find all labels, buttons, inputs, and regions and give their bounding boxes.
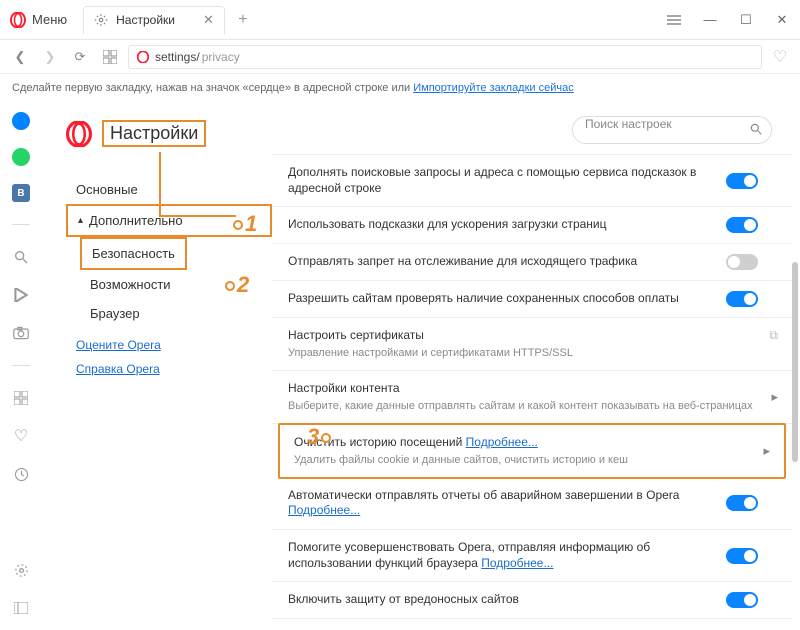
setting-title: Помогите усовершенствовать Opera, отправ… <box>288 540 716 571</box>
new-tab-button[interactable]: + <box>231 11 255 29</box>
setting-row-7: Автоматически отправлять отчеты об авари… <box>272 478 792 530</box>
bookmark-heart-icon[interactable]: ♡ <box>768 47 792 67</box>
sidebar-item-basic[interactable]: Основные <box>66 175 272 204</box>
messenger-icon[interactable] <box>12 112 30 130</box>
gear-icon <box>94 13 108 27</box>
chevron-right-icon: ▸ <box>771 389 778 405</box>
learn-more-link[interactable]: Подробнее... <box>481 556 553 570</box>
tab-settings[interactable]: Настройки ✕ <box>83 6 225 34</box>
setting-title: Отправлять запрет на отслеживание для ис… <box>288 254 716 270</box>
search-icon[interactable] <box>11 247 31 267</box>
nav-bar: ❮ ❯ ⟳ settings/privacy ♡ <box>0 40 800 74</box>
window-minimize-button[interactable]: — <box>692 0 728 40</box>
bookmark-hint: Сделайте первую закладку, нажав на значо… <box>0 74 800 102</box>
sidebar-item-security[interactable]: Безопасность <box>80 237 187 270</box>
setting-title: Дополнять поисковые запросы и адреса с п… <box>288 165 716 196</box>
setting-subtitle: Выберите, какие данные отправлять сайтам… <box>288 399 758 413</box>
toggle-switch[interactable] <box>726 173 758 189</box>
toggle-switch[interactable] <box>726 592 758 608</box>
setting-row-2: Отправлять запрет на отслеживание для ис… <box>272 244 792 281</box>
setting-title: Использовать подсказки для ускорения заг… <box>288 217 716 233</box>
settings-gear-icon[interactable] <box>11 560 31 580</box>
left-icon-bar: B ♡ <box>0 102 42 628</box>
setting-title: Настройки контента <box>288 381 758 397</box>
setting-subtitle: Удалить файлы cookie и данные сайтов, оч… <box>294 453 750 467</box>
camera-icon[interactable] <box>11 323 31 343</box>
setting-title: Разрешить сайтам проверять наличие сохра… <box>288 291 716 307</box>
setting-title: Включить защиту от вредоносных сайтов <box>288 592 716 608</box>
learn-more-link[interactable]: Подробнее... <box>288 503 360 517</box>
forward-button[interactable]: ❯ <box>38 45 62 69</box>
toggle-switch[interactable] <box>726 495 758 511</box>
settings-main: Поиск настроек Дополнять поисковые запро… <box>272 102 800 628</box>
setting-row-8: Помогите усовершенствовать Opera, отправ… <box>272 530 792 582</box>
sidebar-toggle-icon[interactable] <box>11 598 31 618</box>
search-icon <box>749 122 763 136</box>
easy-setup-icon[interactable] <box>656 0 692 40</box>
help-opera-link[interactable]: Справка Opera <box>76 362 272 376</box>
settings-sidebar: Настройки Основные ▴ Дополнительно Безоп… <box>42 102 272 628</box>
rate-opera-link[interactable]: Оцените Opera <box>76 338 272 352</box>
sidebar-item-advanced[interactable]: ▴ Дополнительно <box>66 204 272 237</box>
setting-row-6[interactable]: Очистить историю посещений Подробнее... У… <box>278 423 786 479</box>
window-close-button[interactable]: ✕ <box>764 0 800 40</box>
setting-row-9: Включить защиту от вредоносных сайтов <box>272 582 792 619</box>
setting-row-4[interactable]: Настроить сертификаты Управление настройк… <box>272 318 792 371</box>
back-button[interactable]: ❮ <box>8 45 32 69</box>
chevron-right-icon: ▸ <box>763 443 770 459</box>
tab-close-icon[interactable]: ✕ <box>203 12 214 28</box>
chevron-up-icon: ▴ <box>78 215 83 226</box>
sidebar-item-features[interactable]: Возможности <box>80 270 272 299</box>
app-menu-button[interactable]: Меню <box>0 0 77 39</box>
title-bar: Меню Настройки ✕ + — ☐ ✕ <box>0 0 800 40</box>
external-link-icon: ⧉ <box>769 328 778 343</box>
speed-dial-icon[interactable] <box>11 388 31 408</box>
window-maximize-button[interactable]: ☐ <box>728 0 764 40</box>
address-bar[interactable]: settings/privacy <box>128 45 762 69</box>
learn-more-link[interactable]: Подробнее... <box>466 435 538 449</box>
address-tail: privacy <box>202 50 240 64</box>
opera-logo-icon <box>10 12 26 28</box>
settings-search-input[interactable]: Поиск настроек <box>572 116 772 144</box>
vk-icon[interactable]: B <box>12 184 30 202</box>
whatsapp-icon[interactable] <box>12 148 30 166</box>
setting-title: Очистить историю посещений Подробнее... <box>294 435 750 451</box>
setting-title: Автоматически отправлять отчеты об авари… <box>288 488 716 519</box>
address-path: settings/ <box>155 50 200 64</box>
setting-row-5[interactable]: Настройки контента Выберите, какие данные… <box>272 371 792 424</box>
tab-title: Настройки <box>116 13 175 27</box>
opera-logo-icon <box>137 51 149 63</box>
import-bookmarks-link[interactable]: Импортируйте закладки сейчас <box>413 82 574 94</box>
heart-icon[interactable]: ♡ <box>11 426 31 446</box>
setting-row-0: Дополнять поисковые запросы и адреса с п… <box>272 155 792 207</box>
setting-row-1: Использовать подсказки для ускорения заг… <box>272 207 792 244</box>
clock-icon[interactable] <box>11 464 31 484</box>
toggle-switch[interactable] <box>726 254 758 270</box>
toggle-switch[interactable] <box>726 291 758 307</box>
toggle-switch[interactable] <box>726 217 758 233</box>
setting-title: Настроить сертификаты <box>288 328 758 344</box>
scrollbar[interactable] <box>792 262 798 462</box>
menu-label: Меню <box>32 12 67 27</box>
settings-title: Настройки <box>102 120 206 147</box>
toggle-switch[interactable] <box>726 548 758 564</box>
setting-subtitle: Управление настройками и сертификатами H… <box>288 346 758 360</box>
setting-row-3: Разрешить сайтам проверять наличие сохра… <box>272 281 792 318</box>
speed-dial-button[interactable] <box>98 45 122 69</box>
play-icon[interactable] <box>11 285 31 305</box>
reload-button[interactable]: ⟳ <box>68 45 92 69</box>
sidebar-item-browser[interactable]: Браузер <box>80 299 272 328</box>
opera-logo-icon <box>66 121 92 147</box>
